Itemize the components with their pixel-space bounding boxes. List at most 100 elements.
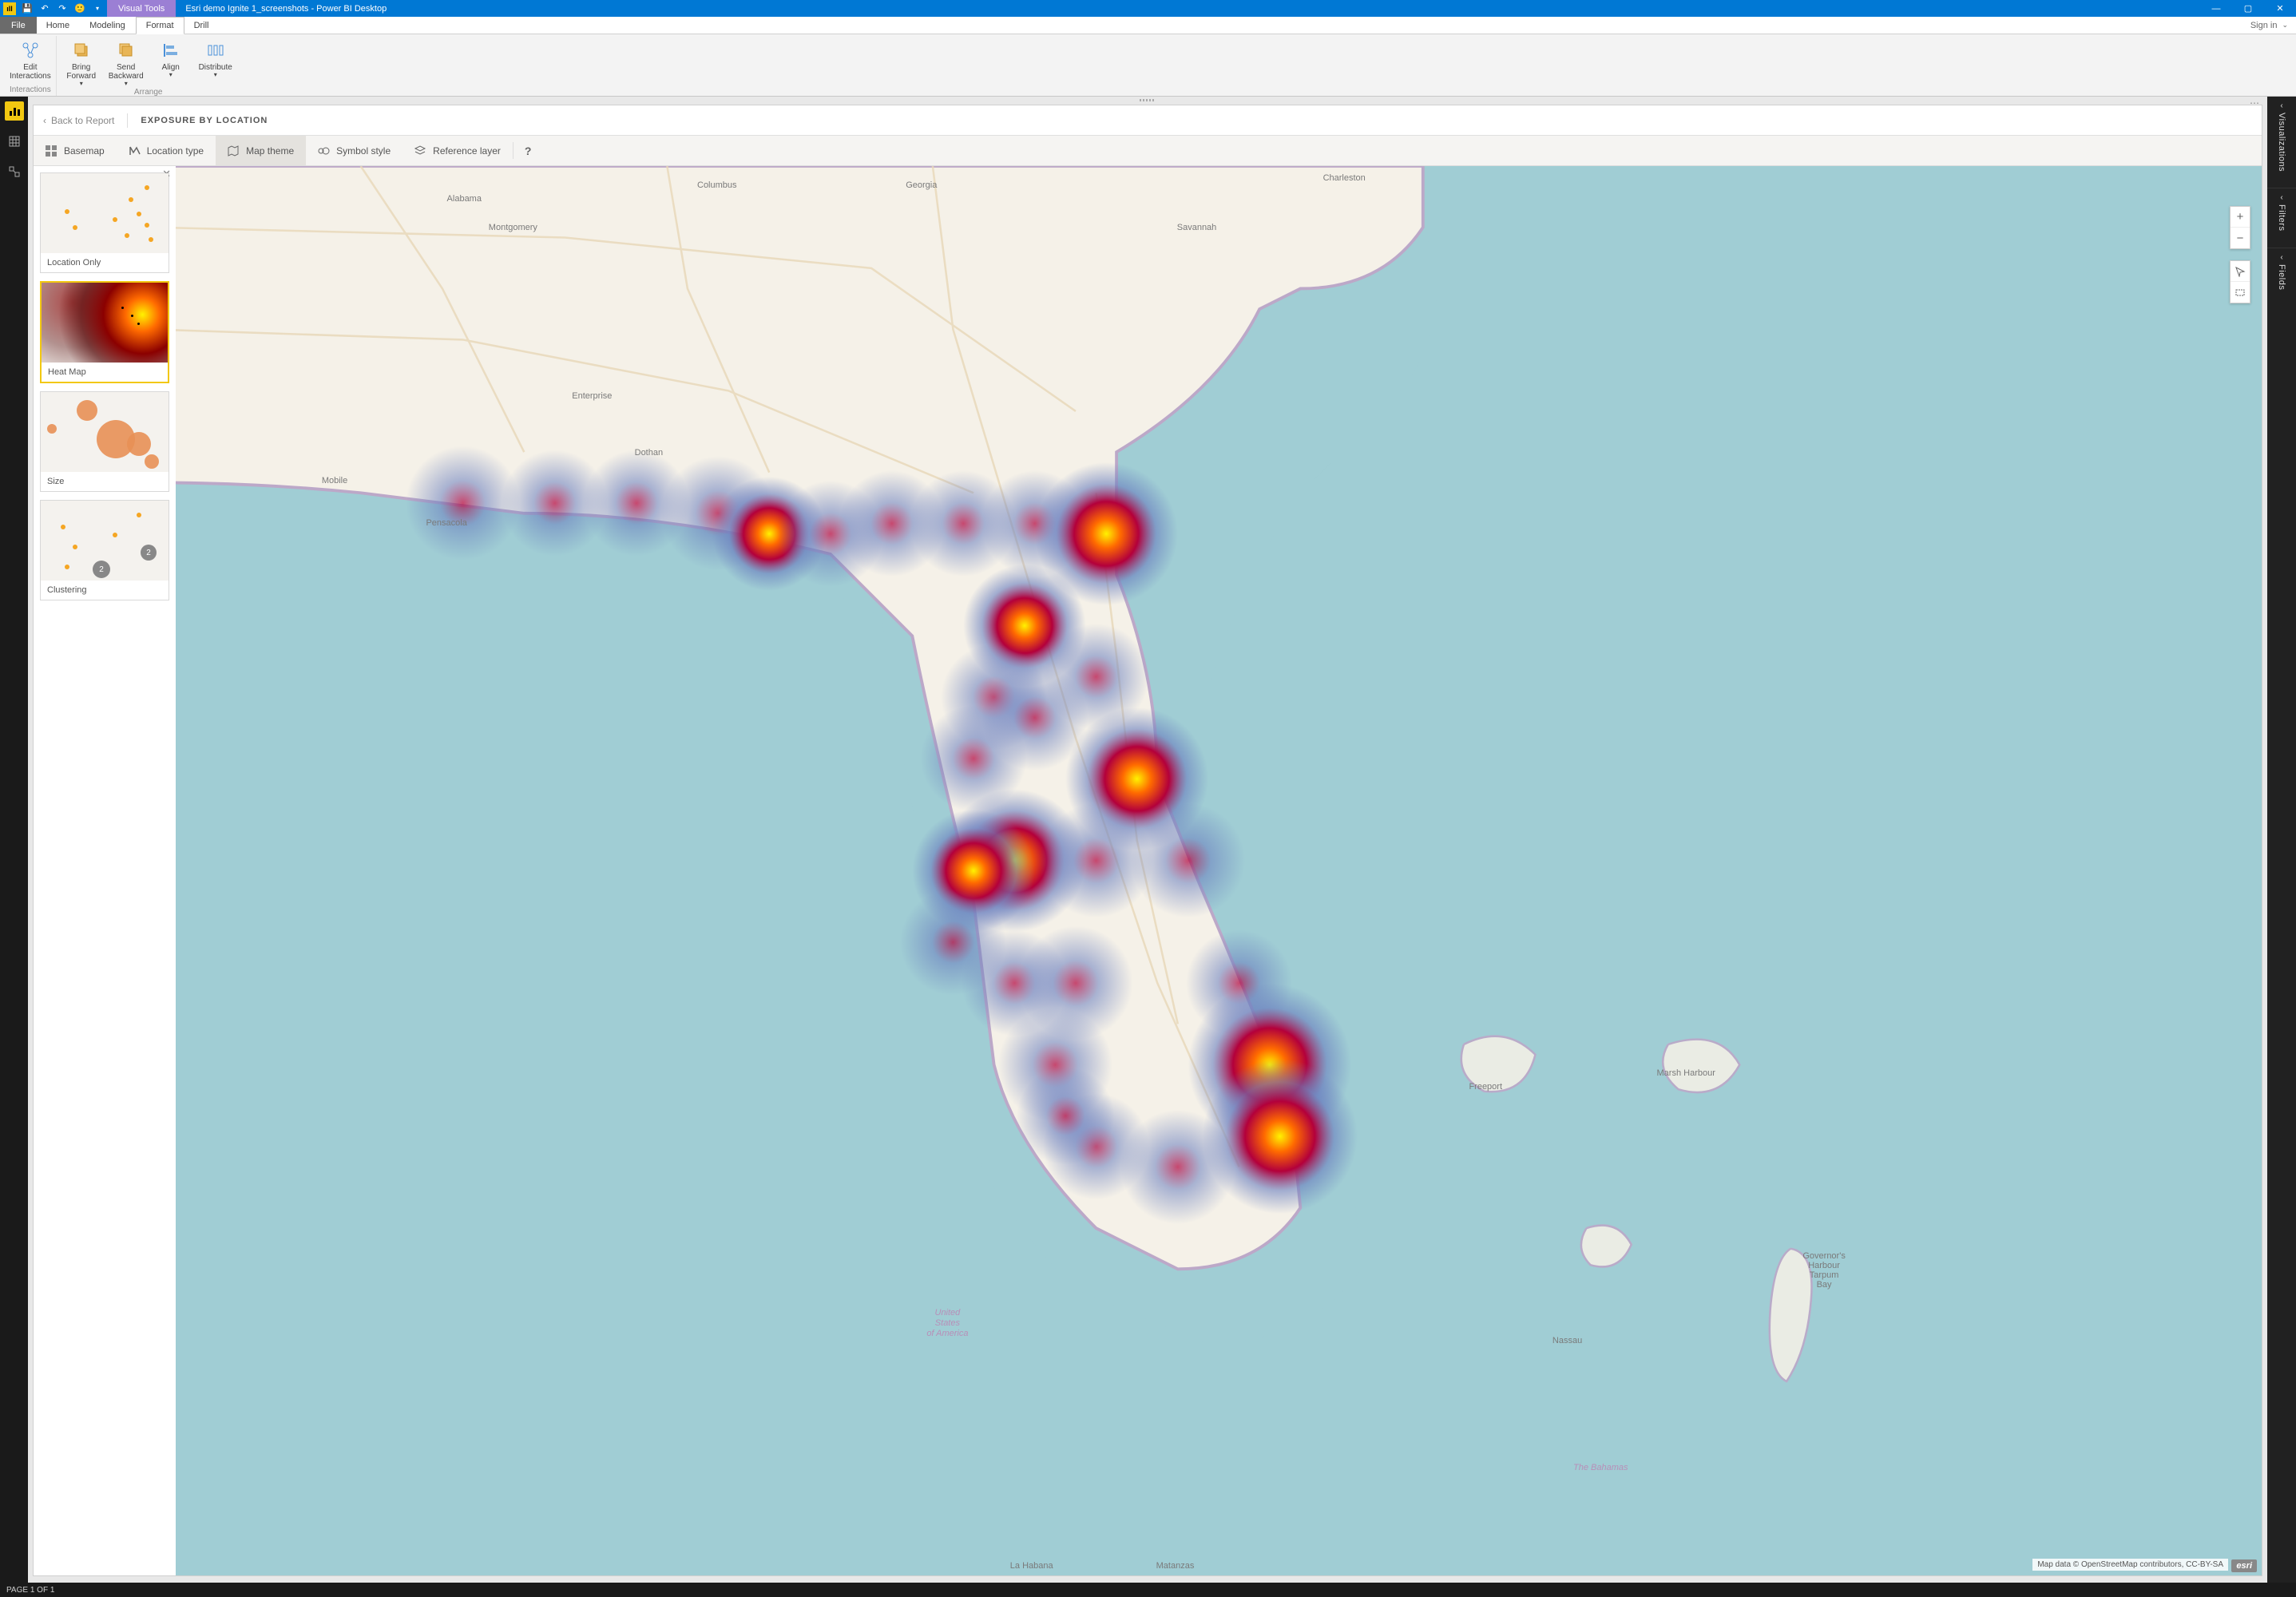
visual-tools-context-tab[interactable]: Visual Tools: [107, 0, 176, 17]
filters-pane-toggle[interactable]: ‹ Filters: [2267, 188, 2296, 247]
visual-title: EXPOSURE BY LOCATION: [141, 116, 268, 125]
status-bar: PAGE 1 OF 1: [0, 1583, 2296, 1597]
theme-label: Location Only: [41, 253, 169, 272]
smiley-icon[interactable]: 🙂: [73, 2, 86, 15]
theme-card-heat-map[interactable]: Heat Map: [40, 281, 169, 383]
map-controls: + −: [2230, 206, 2250, 303]
map-theme-button[interactable]: Map theme: [216, 136, 306, 165]
align-button[interactable]: Align▾: [151, 39, 191, 79]
visualizations-pane-toggle[interactable]: ‹ Visualizations: [2267, 97, 2296, 188]
ribbon-body: EditInteractions Interactions BringForwa…: [0, 34, 2296, 97]
symbol-style-icon: [317, 145, 330, 157]
theme-card-location-only[interactable]: Location Only: [40, 172, 169, 273]
distribute-icon: [204, 39, 227, 61]
map-attribution: Map data © OpenStreetMap contributors, C…: [2032, 1559, 2228, 1571]
selection-tools: [2230, 260, 2250, 303]
zoom-control: + −: [2230, 206, 2250, 249]
maximize-button[interactable]: ▢: [2232, 0, 2264, 17]
basemap-label: Basemap: [64, 145, 105, 157]
main-area: ⋯ ‹ Back to Report EXPOSURE BY LOCATION …: [0, 97, 2296, 1583]
window-controls: — ▢ ✕: [2200, 0, 2296, 17]
visual-body: ✕ Location Only: [34, 166, 2262, 1575]
fields-pane-toggle[interactable]: ‹ Fields: [2267, 248, 2296, 306]
undo-icon[interactable]: ↶: [38, 2, 51, 15]
location-type-button[interactable]: Location type: [117, 136, 216, 165]
page-indicator: PAGE 1 OF 1: [6, 1586, 54, 1595]
qat-dropdown-icon[interactable]: ▾: [91, 2, 104, 15]
zoom-out-button[interactable]: −: [2231, 228, 2250, 248]
back-to-report-button[interactable]: ‹ Back to Report: [43, 115, 114, 126]
esri-logo: esri: [2231, 1559, 2257, 1572]
left-nav-rail: [0, 97, 28, 1583]
theme-thumb-size: [41, 392, 169, 472]
edit-interactions-button[interactable]: EditInteractions: [10, 39, 50, 81]
bring-forward-label: BringForward: [66, 63, 96, 81]
align-icon: [160, 39, 182, 61]
tab-modeling[interactable]: Modeling: [80, 17, 136, 34]
data-view-button[interactable]: [5, 132, 24, 151]
report-view-button[interactable]: [5, 101, 24, 121]
back-to-report-label: Back to Report: [51, 115, 114, 126]
theme-thumb-heat-map: [42, 283, 168, 363]
location-type-icon: [128, 145, 141, 157]
sign-in-label: Sign in: [2250, 21, 2278, 30]
canvas-drag-handle[interactable]: ⋯: [28, 97, 2267, 103]
send-backward-button[interactable]: SendBackward▾: [106, 39, 146, 88]
bring-forward-button[interactable]: BringForward▾: [61, 39, 101, 88]
reference-layer-button[interactable]: Reference layer: [402, 136, 513, 165]
map-theme-panel: ✕ Location Only: [34, 166, 176, 1575]
sign-in[interactable]: Sign in ⌄: [2242, 17, 2296, 34]
visual-header: ‹ Back to Report EXPOSURE BY LOCATION: [34, 105, 2262, 136]
tab-home[interactable]: Home: [37, 17, 80, 34]
model-view-button[interactable]: [5, 162, 24, 181]
distribute-button[interactable]: Distribute▾: [196, 39, 236, 79]
send-backward-label: SendBackward: [109, 63, 144, 81]
window-title: Esri demo Ignite 1_screenshots - Power B…: [176, 4, 2200, 14]
theme-label: Heat Map: [42, 363, 168, 382]
location-type-label: Location type: [147, 145, 204, 157]
zoom-in-button[interactable]: +: [2231, 207, 2250, 228]
esri-map-visual: ‹ Back to Report EXPOSURE BY LOCATION Ba…: [33, 105, 2262, 1576]
ribbon-group-interactions: EditInteractions Interactions: [5, 36, 57, 96]
theme-label: Clustering: [41, 581, 169, 600]
select-tool-button[interactable]: [2231, 261, 2250, 282]
fields-label: Fields: [2277, 264, 2286, 290]
theme-label: Size: [41, 472, 169, 491]
chevron-left-icon: ‹: [2280, 253, 2282, 262]
chevron-left-icon: ‹: [43, 115, 46, 126]
basemap-button[interactable]: Basemap: [34, 136, 117, 165]
filters-label: Filters: [2277, 204, 2286, 231]
file-tab[interactable]: File: [0, 17, 37, 34]
close-button[interactable]: ✕: [2264, 0, 2296, 17]
reference-layer-icon: [414, 145, 426, 157]
chevron-left-icon: ‹: [2280, 101, 2282, 110]
theme-card-size[interactable]: Size: [40, 391, 169, 492]
map-area[interactable]: Montgomery Columbus Savannah Charleston …: [176, 166, 2262, 1575]
redo-icon[interactable]: ↷: [56, 2, 69, 15]
theme-card-clustering[interactable]: 2 2 Clustering: [40, 500, 169, 600]
map-toolbar: Basemap Location type Map theme Symbol s…: [34, 136, 2262, 166]
chevron-down-icon: ⌄: [2282, 21, 2288, 30]
quick-access-toolbar: ıll 💾 ↶ ↷ 🙂 ▾: [0, 2, 107, 15]
edit-interactions-icon: [19, 39, 42, 61]
visualizations-label: Visualizations: [2277, 113, 2286, 172]
title-bar: ıll 💾 ↶ ↷ 🙂 ▾ Visual Tools Esri demo Ign…: [0, 0, 2296, 17]
map-svg: [176, 166, 2262, 1575]
ribbon-group-interactions-label: Interactions: [10, 85, 51, 96]
basemap-icon: [45, 145, 57, 157]
report-canvas: ⋯ ‹ Back to Report EXPOSURE BY LOCATION …: [28, 97, 2267, 1583]
theme-thumb-location-only: [41, 173, 169, 253]
save-icon[interactable]: 💾: [21, 2, 34, 15]
tab-format[interactable]: Format: [136, 17, 184, 34]
map-theme-label: Map theme: [246, 145, 294, 157]
ribbon-tabs: File Home Modeling Format Drill Sign in …: [0, 17, 2296, 34]
help-button[interactable]: ?: [514, 136, 543, 165]
minimize-button[interactable]: —: [2200, 0, 2232, 17]
rectangle-select-button[interactable]: [2231, 282, 2250, 303]
ribbon-group-arrange: BringForward▾ SendBackward▾ Align▾ Distr…: [57, 36, 240, 96]
right-collapsed-panes: ‹ Visualizations ‹ Filters ‹ Fields: [2267, 97, 2296, 1583]
symbol-style-label: Symbol style: [336, 145, 391, 157]
symbol-style-button[interactable]: Symbol style: [306, 136, 402, 165]
tab-drill[interactable]: Drill: [184, 17, 220, 34]
send-backward-icon: [115, 39, 137, 61]
